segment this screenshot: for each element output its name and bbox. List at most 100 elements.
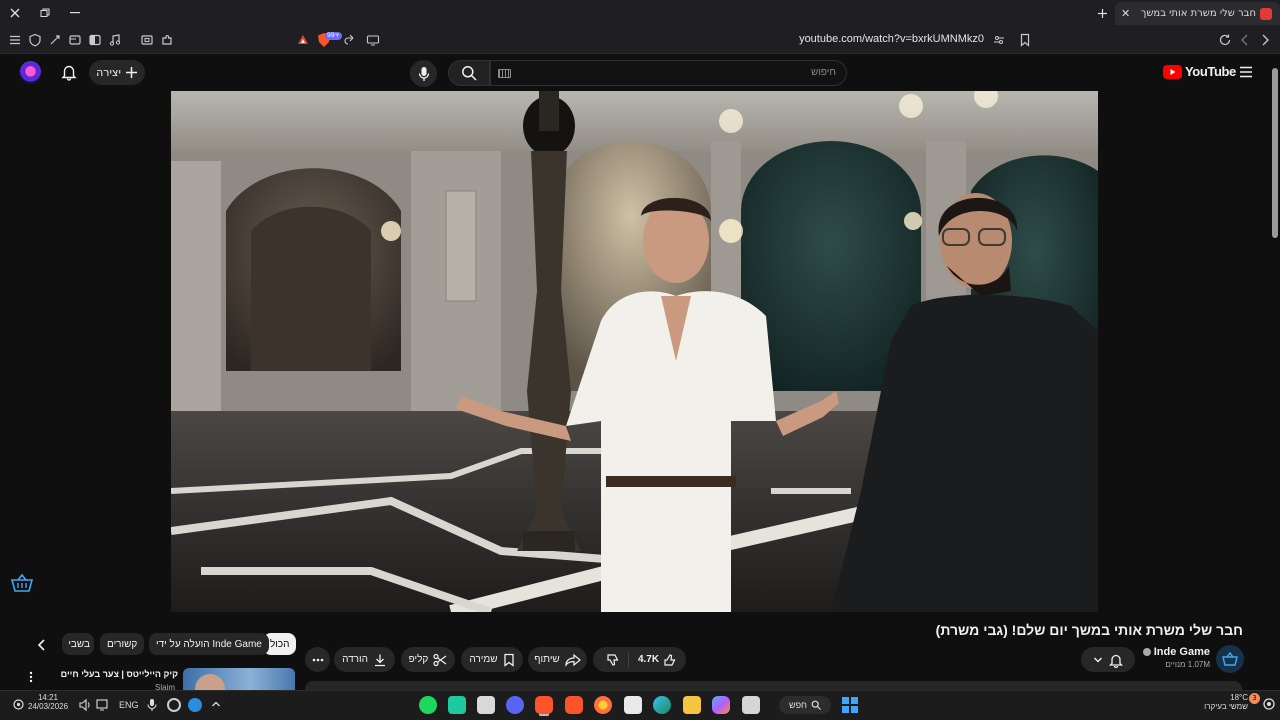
taskbar-spotify-icon[interactable] <box>419 696 437 714</box>
tab-title: חבר שלי משרת אותי במשך <box>1140 8 1256 19</box>
settings-icon[interactable] <box>12 698 25 711</box>
clip-button[interactable]: קליפ <box>401 647 455 672</box>
video-frame <box>171 91 1098 612</box>
url-text[interactable]: youtube.com/watch?v=bxrkUMNMkz0 <box>799 33 984 45</box>
taskbar-copilot-icon[interactable] <box>712 696 730 714</box>
save-button[interactable]: שמירה <box>461 647 523 672</box>
more-actions-button[interactable] <box>305 647 330 672</box>
channel-name: Inde Game <box>1153 646 1210 658</box>
tabs-icon[interactable] <box>68 33 82 47</box>
download-icon <box>374 654 385 666</box>
cast-icon[interactable] <box>366 34 380 46</box>
guide-menu-button[interactable] <box>1239 66 1253 78</box>
more-horizontal-icon <box>312 658 323 661</box>
close-window-button[interactable] <box>9 7 21 19</box>
recommendation-menu-button[interactable] <box>29 671 33 683</box>
restore-window-button[interactable] <box>40 8 50 18</box>
subscribed-button[interactable] <box>1081 647 1135 672</box>
tab-close-icon[interactable]: ✕ <box>1121 7 1130 20</box>
site-settings-icon[interactable] <box>993 34 1005 46</box>
browser-title-bar <box>0 0 1280 27</box>
chevron-left-icon <box>37 639 45 651</box>
bookmark-icon[interactable] <box>1019 33 1031 47</box>
sidebar-icon[interactable] <box>88 33 102 47</box>
share-button[interactable]: שיתוף <box>528 647 587 672</box>
scrollbar-thumb[interactable] <box>1272 68 1278 238</box>
notification-badge: 3 <box>1249 693 1260 704</box>
wallet-icon[interactable] <box>140 33 154 47</box>
tray-vpn-icon[interactable] <box>167 698 181 712</box>
start-button[interactable] <box>842 697 858 713</box>
network-icon[interactable] <box>95 698 109 712</box>
avatar[interactable] <box>19 61 42 84</box>
clock-time: 14:21 <box>37 693 59 702</box>
new-tab-button[interactable] <box>1097 8 1108 19</box>
recommendation-title[interactable]: קיק היילייטס | צער בעלי חיים <box>61 669 178 679</box>
share-label: שיתוף <box>534 654 560 665</box>
like-button[interactable]: 4.7K <box>634 653 681 667</box>
notifications-button[interactable] <box>60 63 78 81</box>
chevron-left-icon <box>1241 34 1248 46</box>
taskbar-discord-icon[interactable] <box>506 696 524 714</box>
channel-watermark-icon[interactable] <box>11 574 33 592</box>
basket-logo-icon <box>1222 652 1238 666</box>
recommendation-channel: Slaim <box>155 683 176 690</box>
restore-icon <box>40 8 50 17</box>
voice-search-button[interactable] <box>410 60 437 87</box>
weather-widget[interactable]: 18°C שמשי בעיקרו <box>1196 693 1248 711</box>
forward-button[interactable] <box>1259 33 1271 47</box>
microphone-icon[interactable] <box>146 698 158 712</box>
volume-icon[interactable] <box>78 698 92 712</box>
like-count: 4.7K <box>637 654 660 665</box>
back-button[interactable] <box>1239 33 1251 47</box>
extensions-icon[interactable] <box>48 33 62 47</box>
taskbar-file-explorer-icon[interactable] <box>683 696 701 714</box>
windows-logo-icon <box>842 697 849 704</box>
notification-center-button[interactable] <box>1262 697 1276 711</box>
browser-tab-active[interactable]: חבר שלי משרת אותי במשך ✕ <box>1115 2 1280 25</box>
tray-overflow-button[interactable] <box>211 699 221 709</box>
tray-app-icon[interactable] <box>188 698 202 712</box>
share-page-icon[interactable] <box>344 34 356 46</box>
channel-info[interactable]: Inde Game 1.07M מנויים <box>1130 646 1210 669</box>
taskbar-files-app-icon[interactable] <box>742 696 760 714</box>
taskbar-brave-active-icon[interactable] <box>535 696 553 714</box>
chip-captivity-label: בשבי <box>68 638 90 650</box>
bell-icon <box>1108 654 1123 668</box>
taskbar-store-icon[interactable] <box>624 696 642 714</box>
taskbar-brave-icon[interactable] <box>565 696 583 714</box>
clock[interactable]: 14:21 24/03/2026 <box>28 693 68 711</box>
keyboard-icon[interactable] <box>498 69 511 78</box>
download-button[interactable]: הורדה <box>334 647 395 672</box>
minimize-window-button[interactable] <box>70 12 80 14</box>
dislike-button[interactable] <box>598 652 629 667</box>
close-icon <box>10 8 20 18</box>
taskbar-chat-app-icon[interactable] <box>448 696 466 714</box>
search-input[interactable]: חיפוש <box>490 60 847 86</box>
chip-related[interactable]: קשורים <box>100 633 145 655</box>
brave-rewards-icon[interactable] <box>297 34 309 46</box>
taskbar-search[interactable]: חפש <box>779 696 831 714</box>
reload-button[interactable] <box>1218 33 1232 47</box>
music-icon[interactable] <box>108 33 122 47</box>
language-indicator[interactable]: ENG <box>119 700 139 710</box>
puzzle-icon[interactable] <box>160 33 174 47</box>
create-button[interactable]: יצירה <box>89 60 145 85</box>
menu-icon[interactable] <box>8 33 22 47</box>
shield-icon[interactable] <box>28 33 42 47</box>
brave-shield-icon[interactable]: 99+ <box>317 32 342 48</box>
minimize-icon <box>70 12 80 14</box>
channel-avatar[interactable] <box>1216 645 1244 673</box>
chips-scroll-button[interactable] <box>36 638 48 652</box>
chip-uploaded-by[interactable]: הועלה על ידי Inde Game <box>149 633 269 655</box>
chevron-up-icon <box>212 701 220 707</box>
taskbar-edge-icon[interactable] <box>653 696 671 714</box>
video-player[interactable] <box>171 91 1098 612</box>
search-button[interactable] <box>448 60 490 86</box>
youtube-logo[interactable]: YouTube <box>1163 64 1236 79</box>
channel-name-row: Inde Game <box>1130 646 1210 658</box>
recommendation-thumbnail[interactable] <box>183 668 295 690</box>
taskbar-telegram-icon[interactable] <box>477 696 495 714</box>
taskbar-firefox-icon[interactable] <box>594 696 612 714</box>
chip-captivity[interactable]: בשבי <box>62 633 94 655</box>
